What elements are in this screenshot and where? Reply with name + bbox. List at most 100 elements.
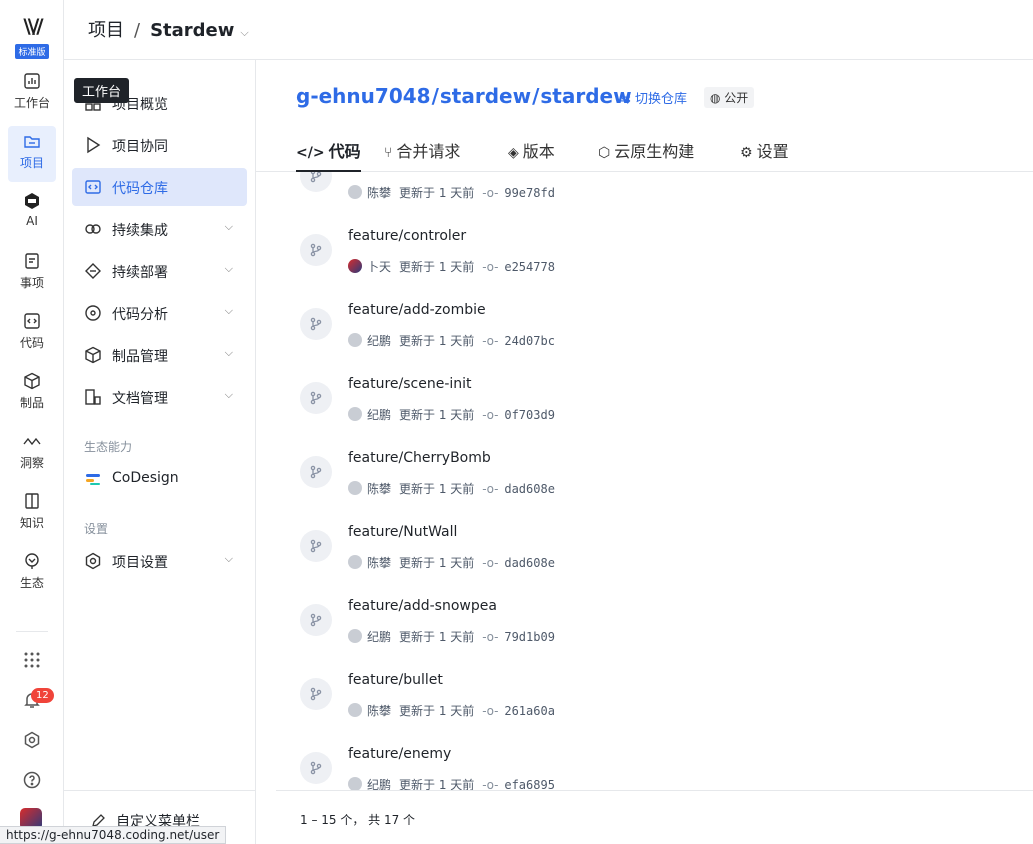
branch-row[interactable]: 陈攀 更新于 1 天前 -o- 99e78fd: [276, 172, 1033, 214]
visibility-label: 公开: [724, 91, 749, 105]
sidebar-item-ci[interactable]: 持续集成 ⌵: [72, 210, 247, 248]
branch-updated: 更新于 1 天前: [399, 186, 475, 200]
settings-icon: [84, 552, 102, 570]
chevron-down-icon: ⌵: [224, 304, 233, 317]
tab-0[interactable]: </> 代码: [296, 138, 361, 172]
branch-name[interactable]: feature/CherryBomb: [348, 450, 491, 466]
branch-author: 陈攀: [367, 482, 392, 496]
branch-row[interactable]: feature/NutWall 陈攀 更新于 1 天前 -o- dad608e: [276, 510, 1033, 584]
rail-item-package[interactable]: 制品: [8, 366, 56, 422]
tab-label: 合并请求: [396, 142, 461, 161]
sidebar-item-codesign[interactable]: CoDesign: [72, 460, 247, 498]
commit-hash[interactable]: 261a60a: [504, 704, 555, 718]
commit-hash[interactable]: dad608e: [504, 482, 555, 496]
commit-icon: -o-: [482, 334, 499, 348]
repo-project-link[interactable]: stardew: [440, 84, 531, 108]
tab-3[interactable]: ⬡ 云原生构建: [598, 138, 694, 172]
branch-row[interactable]: feature/add-zombie 纪鹏 更新于 1 天前 -o- 24d07bc: [276, 288, 1033, 362]
branch-row[interactable]: feature/scene-init 纪鹏 更新于 1 天前 -o- 0f703d9: [276, 362, 1033, 436]
tab-4[interactable]: ⚙ 设置: [740, 138, 789, 172]
sidebar-item-doc[interactable]: 文档管理 ⌵: [72, 378, 247, 416]
rail-item-label: 项目: [19, 156, 44, 170]
sidebar-item-label: CoDesign: [112, 470, 179, 486]
rail-item-label: 知识: [19, 516, 44, 530]
commit-icon: -o-: [482, 704, 499, 718]
logo-mark: \\//: [23, 14, 43, 38]
avatar: [348, 259, 362, 273]
project-sidenav: 项目概览 项目协同 代码仓库 持续集成 ⌵ 持续部署 ⌵ 代码分析 ⌵ 制品管理 ⌵ 文档管理 ⌵ 生态…: [64, 60, 256, 844]
rail-item-task[interactable]: 事项: [8, 246, 56, 302]
box-icon: [84, 346, 102, 364]
sidebar-item-code-repo[interactable]: 代码仓库: [72, 168, 247, 206]
tab-2[interactable]: ◈ 版本: [508, 138, 555, 172]
branch-name[interactable]: feature/bullet: [348, 672, 443, 688]
branch-author: 纪鹏: [367, 630, 392, 644]
breadcrumb-root[interactable]: 项目: [88, 20, 124, 41]
branch-row[interactable]: feature/bullet 陈攀 更新于 1 天前 -o- 261a60a: [276, 658, 1033, 732]
chevron-down-icon: ⌵: [224, 552, 233, 565]
repo-team-link[interactable]: g-ehnu7048: [296, 84, 431, 108]
repo-name-link[interactable]: stardew: [540, 84, 631, 108]
sidebar-item-box[interactable]: 制品管理 ⌵: [72, 336, 247, 374]
rail-item-folder[interactable]: 项目: [8, 126, 56, 182]
app-logo[interactable]: \\// 标准版: [14, 14, 50, 59]
commit-hash[interactable]: dad608e: [504, 556, 555, 570]
rail-item-dashboard[interactable]: 工作台: [8, 66, 56, 122]
settings-hex-icon[interactable]: [20, 728, 44, 752]
commit-icon: -o-: [482, 556, 499, 570]
sidebar-item-label: 持续部署: [112, 265, 168, 281]
tab-label: 设置: [756, 142, 789, 161]
play-icon: [84, 136, 102, 154]
branch-name[interactable]: feature/NutWall: [348, 524, 457, 540]
branch-name[interactable]: feature/add-snowpea: [348, 598, 497, 614]
sidebar-item-analysis[interactable]: 代码分析 ⌵: [72, 294, 247, 332]
pagination-bar: 1 – 15 个， 共 17 个: [276, 790, 1033, 844]
rail-item-ecosystem[interactable]: 生态: [8, 546, 56, 602]
branch-row[interactable]: feature/add-snowpea 纪鹏 更新于 1 天前 -o- 79d1b09: [276, 584, 1033, 658]
main-content: g-ehnu7048/stardew/stardew ⇆ 切换仓库 ◍ 公开 <…: [256, 60, 1033, 844]
branch-author: 纪鹏: [367, 778, 392, 790]
sidebar-item-cd[interactable]: 持续部署 ⌵: [72, 252, 247, 290]
sidebar-item-play[interactable]: 项目协同: [72, 126, 247, 164]
commit-hash[interactable]: efa6895: [504, 778, 555, 790]
task-icon: [8, 252, 56, 274]
branch-row[interactable]: feature/CherryBomb 陈攀 更新于 1 天前 -o- dad608e: [276, 436, 1033, 510]
rail-item-label: AI: [26, 214, 38, 228]
help-icon[interactable]: [20, 768, 44, 792]
rail-item-code[interactable]: 代码: [8, 306, 56, 362]
breadcrumb: 项目 / Stardew ⌵: [88, 16, 249, 42]
commit-hash[interactable]: 0f703d9: [504, 408, 555, 422]
rail-item-insight[interactable]: 洞察: [8, 426, 56, 482]
breadcrumb-project[interactable]: Stardew: [150, 20, 234, 41]
switch-repo-button[interactable]: ⇆ 切换仓库: [620, 88, 687, 107]
rail-item-book[interactable]: 知识: [8, 486, 56, 542]
chevron-down-icon[interactable]: ⌵: [240, 26, 248, 39]
sidebar-item-project-settings[interactable]: 项目设置 ⌵: [72, 542, 247, 580]
branch-row[interactable]: feature/enemy 纪鹏 更新于 1 天前 -o- efa6895: [276, 732, 1033, 790]
branch-name[interactable]: feature/enemy: [348, 746, 451, 762]
commit-hash[interactable]: 99e78fd: [504, 186, 555, 200]
folder-icon: [8, 132, 56, 154]
top-bar: 项目 / Stardew ⌵: [64, 0, 1033, 60]
branch-row[interactable]: feature/controler 卜天 更新于 1 天前 -o- e254778: [276, 214, 1033, 288]
branch-name[interactable]: feature/controler: [348, 228, 466, 244]
branch-name[interactable]: feature/add-zombie: [348, 302, 486, 318]
pagination-summary: 1 – 15 个， 共 17 个: [300, 813, 416, 827]
globe-icon: ◍: [710, 91, 725, 105]
tab-1[interactable]: ⑂ 合并请求: [384, 138, 460, 172]
apps-grid-icon[interactable]: [20, 648, 44, 672]
rail-item-ai[interactable]: AI: [8, 186, 56, 242]
branch-meta: 纪鹏 更新于 1 天前 -o- 79d1b09: [348, 628, 555, 645]
commit-hash[interactable]: 24d07bc: [504, 334, 555, 348]
branch-icon: [300, 456, 332, 488]
commit-hash[interactable]: 79d1b09: [504, 630, 555, 644]
sidebar-item-label: 项目协同: [112, 139, 168, 155]
branch-icon: [300, 234, 332, 266]
sidebar-item-label: 代码分析: [112, 307, 168, 323]
tab-label: 版本: [522, 142, 555, 161]
section-label-ecosystem: 生态能力: [84, 440, 133, 454]
commit-hash[interactable]: e254778: [504, 260, 555, 274]
rail-item-label: 代码: [19, 336, 44, 350]
global-rail: \\// 标准版 工作台 项目 AI 事项 代码 制品 洞察 知识 生态 12: [0, 0, 64, 844]
branch-name[interactable]: feature/scene-init: [348, 376, 472, 392]
